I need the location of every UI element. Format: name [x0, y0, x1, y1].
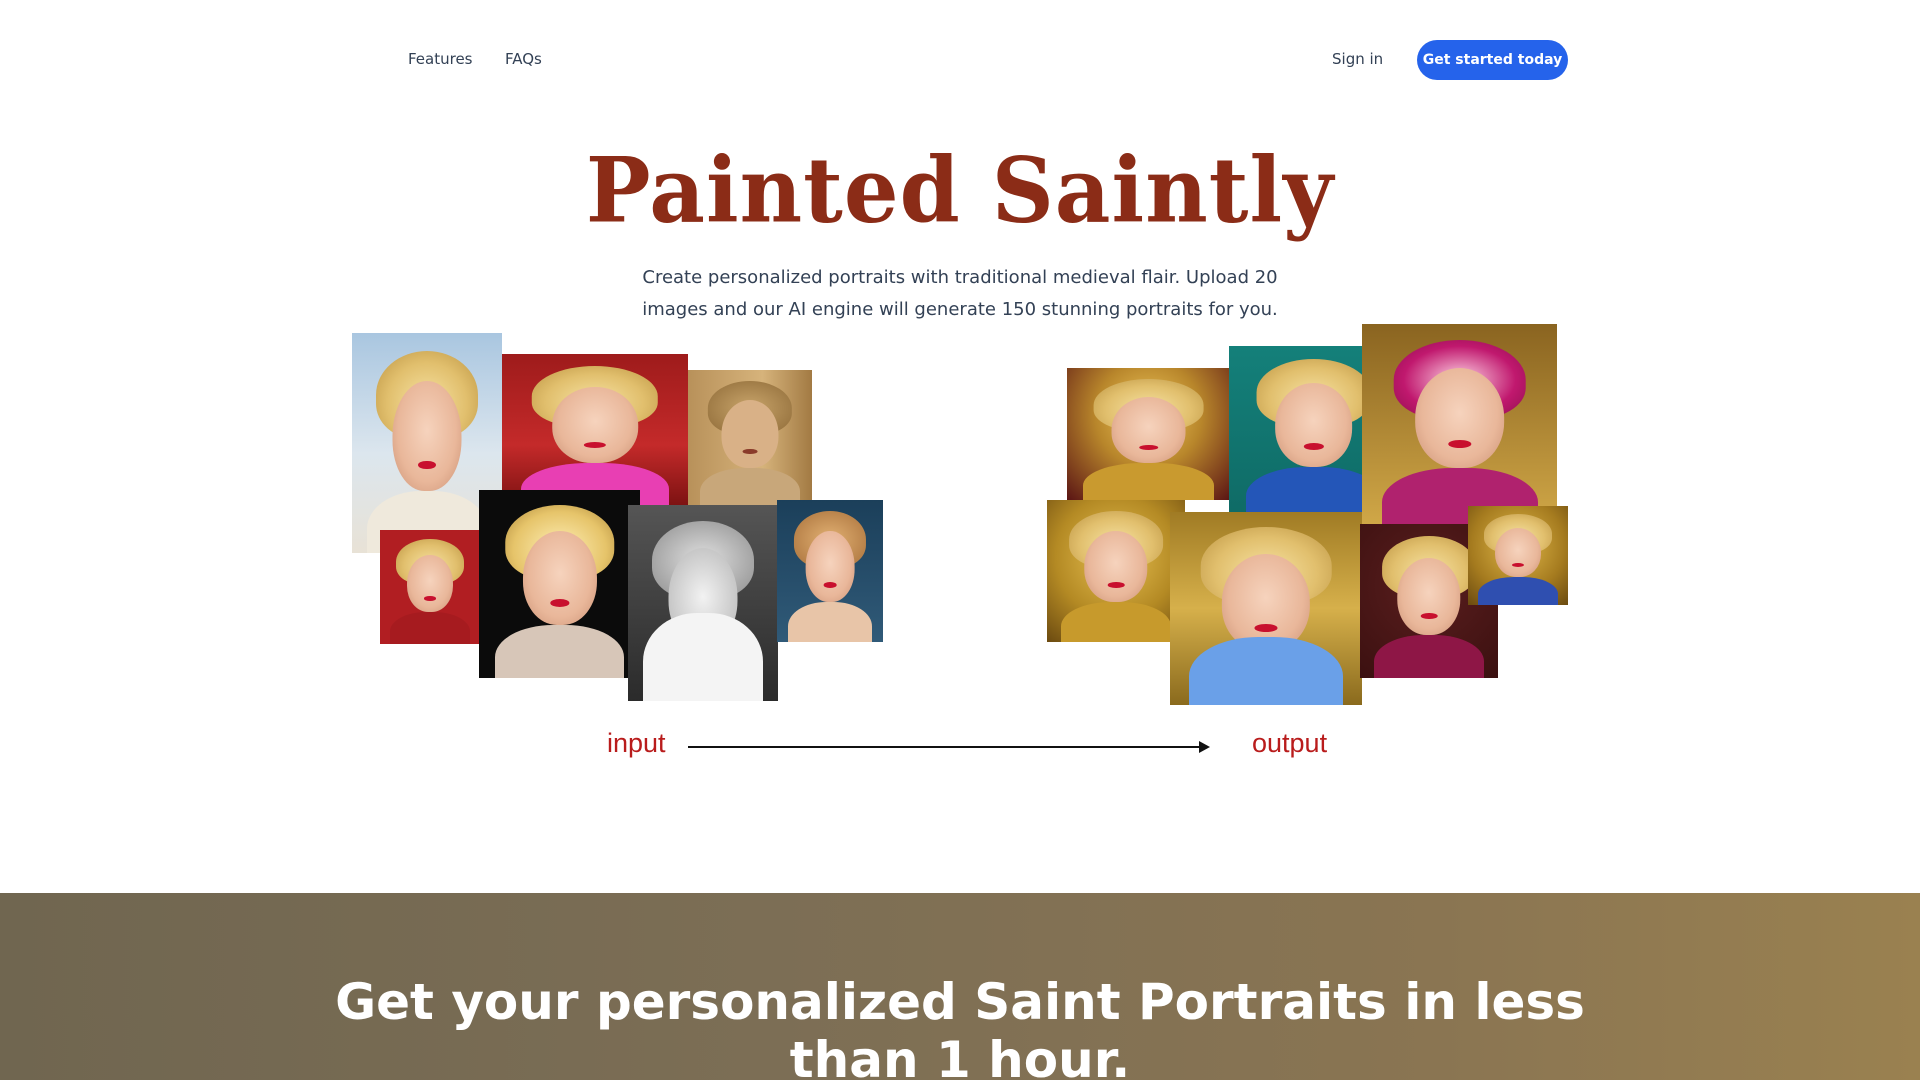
arrow-right-icon	[1199, 741, 1210, 753]
nav-link-faqs[interactable]: FAQs	[505, 50, 542, 68]
output-portrait	[1047, 500, 1185, 642]
input-photo	[502, 354, 688, 506]
sign-in-link[interactable]: Sign in	[1332, 50, 1383, 68]
get-started-button[interactable]: Get started today	[1417, 40, 1568, 80]
input-photo	[688, 370, 812, 506]
input-photo	[628, 505, 778, 701]
input-label: input	[607, 728, 666, 758]
promo-banner: Get your personalized Saint Portraits in…	[0, 893, 1920, 1080]
input-photo	[479, 490, 640, 678]
nav-link-features[interactable]: Features	[408, 50, 473, 68]
brand-logo: Painted Saintly	[585, 137, 1335, 244]
input-photo	[777, 500, 883, 642]
output-portrait	[1468, 506, 1568, 605]
input-photo	[380, 530, 480, 644]
output-portrait	[1067, 368, 1230, 500]
arrow-line	[688, 746, 1202, 748]
hero-subtitle: Create personalized portraits with tradi…	[642, 267, 1278, 320]
output-portrait	[1362, 324, 1557, 524]
top-nav: Features FAQs Sign in Get started today	[0, 0, 1920, 120]
output-label: output	[1252, 728, 1328, 758]
banner-title: Get your personalized Saint Portraits in…	[335, 973, 1585, 1080]
output-portrait	[1170, 512, 1362, 705]
